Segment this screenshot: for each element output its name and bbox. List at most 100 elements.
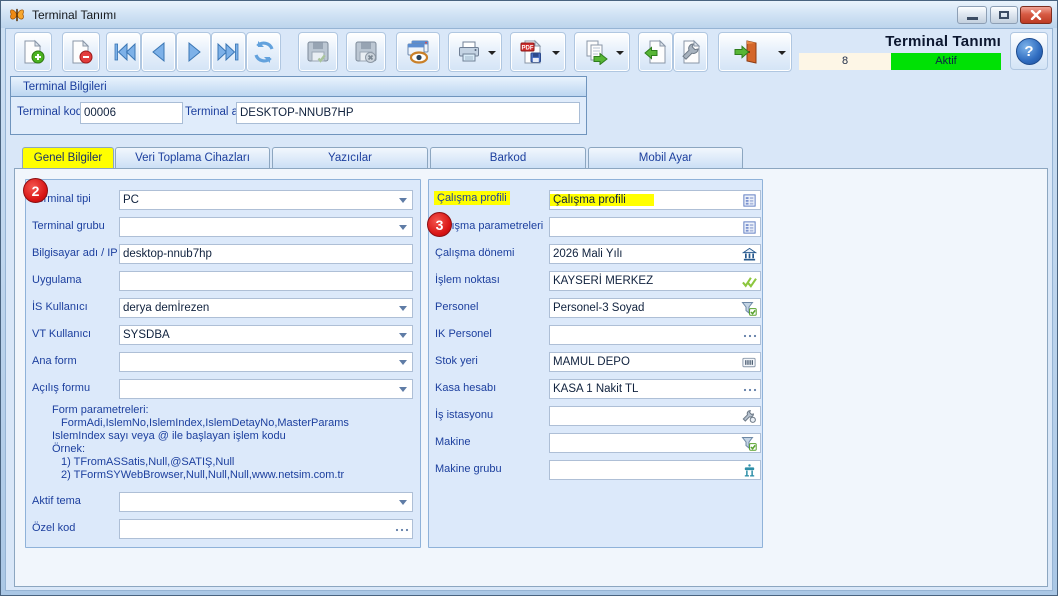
acilis-formu-combo[interactable] [119, 379, 413, 399]
is-istasyonu-label: İş istasyonu [435, 409, 493, 421]
minimize-button[interactable] [957, 6, 987, 24]
ozel-kod-field[interactable] [119, 519, 413, 539]
pdf-dropdown-icon[interactable] [552, 51, 560, 55]
pages-export-icon [582, 39, 610, 65]
service-tools-button[interactable] [673, 32, 708, 72]
personel-field[interactable]: Personel-3 Soyad [549, 298, 761, 318]
wrench-icon[interactable] [741, 408, 757, 424]
tab-veri-toplama-cihazlari[interactable]: Veri Toplama Cihazları [115, 147, 270, 169]
maximize-button[interactable] [990, 6, 1018, 24]
export-button[interactable] [574, 32, 630, 72]
import-button[interactable] [638, 32, 673, 72]
ik-personel-field[interactable] [549, 325, 761, 345]
aktif-tema-combo[interactable] [119, 492, 413, 512]
ellipsis-icon[interactable] [743, 332, 757, 338]
tab-mobil-ayar[interactable]: Mobil Ayar [588, 147, 743, 169]
bilgisayar-adi-input[interactable] [119, 244, 413, 264]
client-area: PDF [5, 28, 1053, 591]
ana-form-combo[interactable] [119, 352, 413, 372]
exit-button[interactable] [718, 32, 792, 72]
aktif-tema-label: Aktif tema [32, 495, 81, 507]
is-kullanici-combo[interactable]: derya demİrezen [119, 298, 413, 318]
bilgisayar-adi-label: Bilgisayar adı / IP [32, 247, 118, 259]
kasa-hesabi-field[interactable]: KASA 1 Nakit TL [549, 379, 761, 399]
prior-record-button[interactable] [141, 32, 176, 72]
last-record-button[interactable] [211, 32, 246, 72]
page-add-icon [20, 39, 46, 65]
page-wrench-icon [678, 39, 704, 65]
form-parametreleri-info: Form parametreleri: FormAdi,IslemNo,Isle… [52, 404, 416, 482]
personel-label: Personel [435, 301, 478, 313]
terminal-kodu-input[interactable] [80, 102, 183, 124]
machine-group-icon[interactable] [742, 463, 757, 478]
refresh-button[interactable] [246, 32, 281, 72]
save-button[interactable] [298, 32, 338, 72]
chevron-down-icon[interactable] [399, 306, 407, 311]
vt-kullanici-combo[interactable]: SYSDBA [119, 325, 413, 345]
help-button[interactable]: ? [1010, 32, 1048, 70]
calisma-donemi-label: Çalışma dönemi [435, 247, 514, 259]
barcode-icon[interactable] [741, 355, 757, 370]
is-istasyonu-field[interactable] [549, 406, 761, 426]
ik-personel-label: IK Personel [435, 328, 492, 340]
print-button[interactable] [448, 32, 502, 72]
cancel-save-button[interactable] [346, 32, 386, 72]
chevron-down-icon[interactable] [399, 360, 407, 365]
terminal-grubu-combo[interactable] [119, 217, 413, 237]
record-number: 8 [799, 53, 891, 70]
makine-field[interactable] [549, 433, 761, 453]
close-button[interactable] [1020, 6, 1052, 24]
refresh-icon [251, 39, 277, 65]
pdf-save-icon: PDF [518, 39, 546, 65]
bank-icon[interactable] [742, 247, 757, 262]
record-panel-title: Terminal Tanımı [799, 33, 1001, 50]
calisma-parametreleri-field[interactable] [549, 217, 761, 237]
chevron-down-icon[interactable] [399, 500, 407, 505]
preview-button[interactable] [396, 32, 440, 72]
first-record-button[interactable] [106, 32, 141, 72]
new-record-button[interactable] [14, 32, 52, 72]
info-line: 2) TFormSYWebBrowser,Null,Null,Null,www.… [52, 469, 416, 482]
exit-dropdown-icon[interactable] [778, 51, 786, 55]
grid-icon[interactable] [742, 193, 757, 208]
svg-text:PDF: PDF [522, 45, 534, 51]
filter-check-icon[interactable] [741, 435, 757, 451]
chevron-down-icon[interactable] [399, 333, 407, 338]
tab-barkod[interactable]: Barkod [430, 147, 586, 169]
print-dropdown-icon[interactable] [488, 51, 496, 55]
window-eye-icon [404, 39, 432, 65]
first-arrow-icon [111, 39, 137, 65]
ellipsis-icon[interactable] [743, 386, 757, 392]
delete-record-button[interactable] [62, 32, 100, 72]
chevron-down-icon[interactable] [399, 387, 407, 392]
islem-noktasi-label: İşlem noktası [435, 274, 500, 286]
tab-genel-bilgiler[interactable]: Genel Bilgiler [22, 147, 114, 169]
next-record-button[interactable] [176, 32, 211, 72]
window-title: Terminal Tanımı [32, 8, 116, 22]
tab-yazicilar[interactable]: Yazıcılar [272, 147, 428, 169]
uygulama-input[interactable] [119, 271, 413, 291]
info-line: 1) TFromASSatis,Null,@SATIŞ,Null [52, 456, 416, 469]
calisma-profili-field[interactable]: Çalışma profili [549, 190, 761, 210]
chevron-down-icon[interactable] [399, 198, 407, 203]
right-form-panel: Çalışma profili Çalışma profili Çalışma … [428, 179, 763, 548]
title-bar: Terminal Tanımı [1, 1, 1057, 28]
terminal-adi-input[interactable] [236, 102, 580, 124]
grid-icon[interactable] [742, 220, 757, 235]
pdf-export-button[interactable]: PDF [510, 32, 566, 72]
makine-grubu-field[interactable] [549, 460, 761, 480]
double-check-icon[interactable] [741, 274, 757, 289]
ellipsis-icon[interactable] [395, 526, 409, 532]
islem-noktasi-field[interactable]: KAYSERİ MERKEZ [549, 271, 761, 291]
terminal-kodu-label: Terminal kodu [17, 106, 89, 118]
chevron-down-icon[interactable] [399, 225, 407, 230]
terminal-tipi-combo[interactable]: PC [119, 190, 413, 210]
filter-check-icon[interactable] [741, 300, 757, 316]
stok-yeri-field[interactable]: MAMUL DEPO [549, 352, 761, 372]
export-dropdown-icon[interactable] [616, 51, 624, 55]
status-badge: Aktif [891, 53, 1001, 70]
calisma-donemi-field[interactable]: 2026 Mali Yılı [549, 244, 761, 264]
record-info-panel: Terminal Tanımı 8 Aktif [799, 33, 1001, 70]
annotation-badge-3: 3 [427, 212, 452, 237]
tab-page-genel-bilgiler: Terminal tipi PC Terminal grubu Bilgisay… [14, 168, 1048, 587]
